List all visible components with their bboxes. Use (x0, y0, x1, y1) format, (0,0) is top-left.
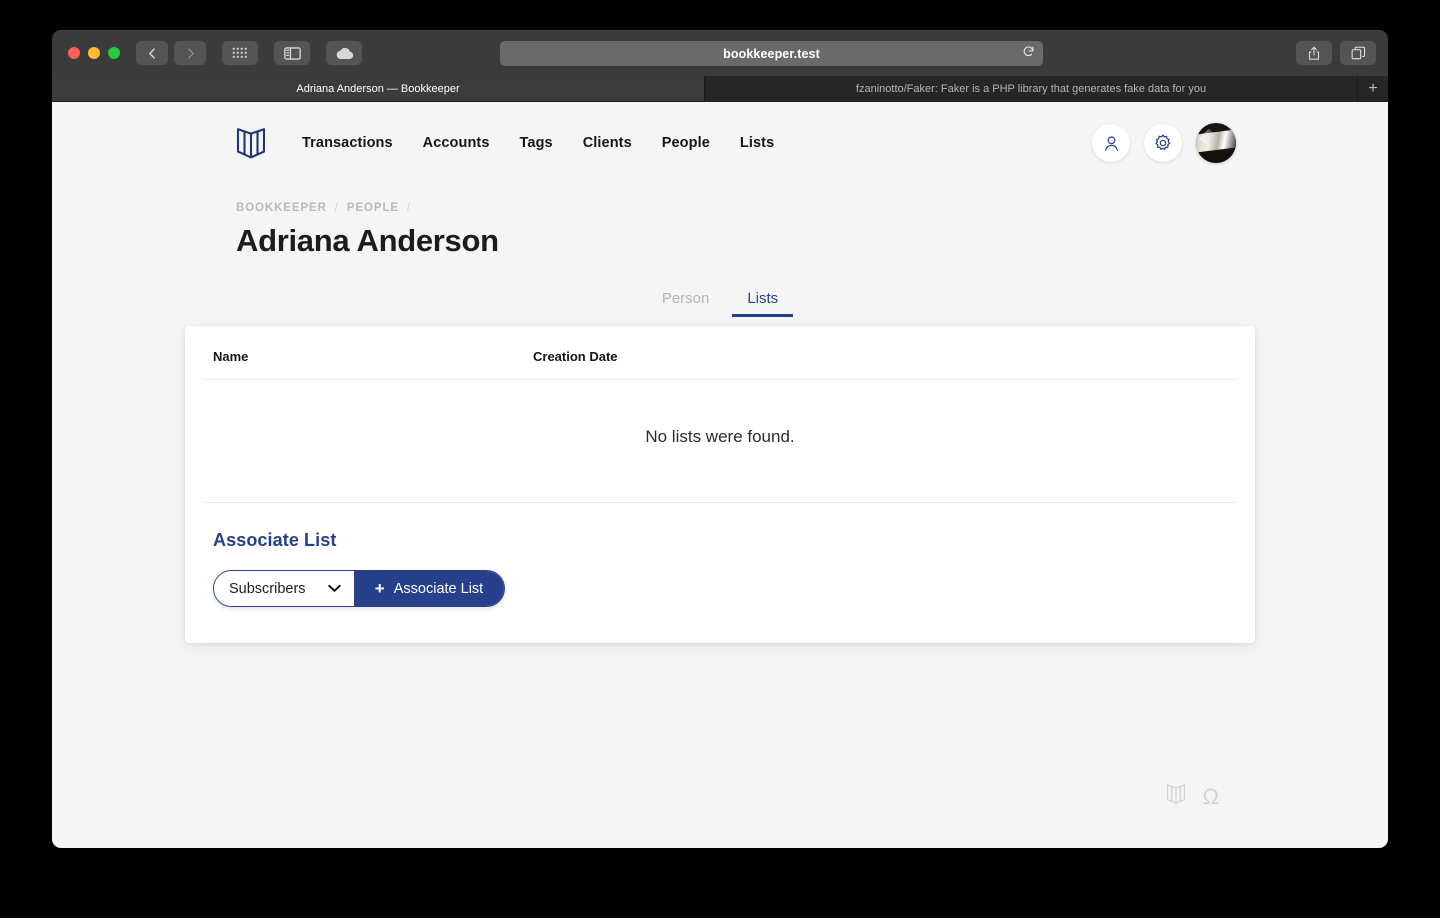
breadcrumb-item-people[interactable]: PEOPLE (347, 202, 399, 214)
table-body: No lists were found. (203, 379, 1237, 503)
associate-list-heading: Associate List (213, 530, 337, 550)
breadcrumb-separator-trailing: / (406, 202, 412, 214)
table-empty-row: No lists were found. (203, 379, 1237, 503)
chevron-down-icon (328, 584, 341, 593)
address-bar-url: bookkeeper.test (723, 46, 820, 61)
open-book-logo-icon[interactable] (236, 126, 266, 160)
sidebar-toggle-icon[interactable] (274, 41, 310, 65)
nav-links: Transactions Accounts Tags Clients Peopl… (302, 135, 774, 151)
nav-link-lists[interactable]: Lists (740, 135, 774, 151)
nav-link-accounts[interactable]: Accounts (423, 135, 490, 151)
close-window-button[interactable] (68, 47, 80, 59)
sidebar-button-group (274, 41, 310, 65)
nav-link-clients[interactable]: Clients (583, 135, 632, 151)
address-bar-container: bookkeeper.test (500, 41, 1043, 66)
tab-overview-grid-icon[interactable] (222, 41, 258, 65)
avatar[interactable] (1196, 123, 1236, 163)
browser-tab-bar: Adriana Anderson — Bookkeeper fzaninotto… (52, 76, 1388, 102)
navigation-buttons (136, 41, 206, 65)
forward-arrow-icon[interactable] (174, 41, 206, 65)
app-navbar: Transactions Accounts Tags Clients Peopl… (52, 102, 1388, 184)
empty-state-message: No lists were found. (203, 379, 1237, 503)
page-content: Transactions Accounts Tags Clients Peopl… (52, 102, 1388, 848)
omega-icon: Ω (1202, 783, 1219, 809)
browser-toolbar: bookkeeper.test (52, 30, 1388, 76)
associate-list-button[interactable]: + Associate List (354, 571, 504, 606)
back-arrow-icon[interactable] (136, 41, 168, 65)
table-header-row: Name Creation Date (203, 326, 1237, 380)
list-select-value: Subscribers (229, 580, 306, 597)
associate-list-button-label: Associate List (393, 580, 484, 597)
nav-actions (1092, 123, 1236, 163)
gear-icon[interactable] (1144, 124, 1182, 162)
associate-list-control: Subscribers + Associate List (213, 570, 505, 607)
tab-lists[interactable]: Lists (732, 290, 793, 317)
share-icon[interactable] (1296, 41, 1332, 65)
lists-table: Name Creation Date No lists were found. (203, 326, 1237, 503)
minimize-window-button[interactable] (88, 47, 100, 59)
page-title: Adriana Anderson (236, 223, 499, 258)
column-header-creation-date[interactable]: Creation Date (523, 326, 1237, 380)
nav-link-transactions[interactable]: Transactions (302, 135, 393, 151)
browser-window: bookkeeper.test Adriana Anderson — Bookk… (52, 30, 1388, 848)
maximize-window-button[interactable] (108, 47, 120, 59)
address-bar[interactable]: bookkeeper.test (500, 41, 1043, 66)
breadcrumb-separator: / (334, 202, 339, 214)
table-header: Name Creation Date (203, 326, 1237, 380)
nav-link-tags[interactable]: Tags (520, 135, 553, 151)
new-tab-icon[interactable] (1340, 41, 1376, 65)
view-buttons (222, 41, 258, 65)
column-header-name[interactable]: Name (203, 326, 523, 380)
breadcrumb: BOOKKEEPER / PEOPLE / (236, 202, 1388, 214)
toolbar-right-buttons (1296, 41, 1376, 65)
new-tab-button[interactable]: + (1358, 76, 1388, 101)
nav-link-people[interactable]: People (662, 135, 710, 151)
reload-icon[interactable] (1022, 45, 1035, 63)
icloud-button-group (326, 41, 362, 65)
plus-icon: + (374, 578, 385, 598)
breadcrumb-item-bookkeeper[interactable]: BOOKKEEPER (236, 202, 327, 214)
window-traffic-lights (68, 47, 120, 59)
browser-tab-active[interactable]: Adriana Anderson — Bookkeeper (52, 76, 705, 101)
footer-icons: Ω (1166, 783, 1219, 810)
page-tabs: Person Lists (52, 290, 1388, 317)
person-icon[interactable] (1092, 124, 1130, 162)
open-book-icon (1166, 783, 1186, 810)
icloud-cloud-icon[interactable] (326, 41, 362, 65)
tab-person[interactable]: Person (658, 290, 714, 317)
lists-card: Name Creation Date No lists were found. … (185, 326, 1255, 643)
browser-tab-inactive[interactable]: fzaninotto/Faker: Faker is a PHP library… (705, 76, 1358, 101)
list-select[interactable]: Subscribers (214, 571, 354, 606)
